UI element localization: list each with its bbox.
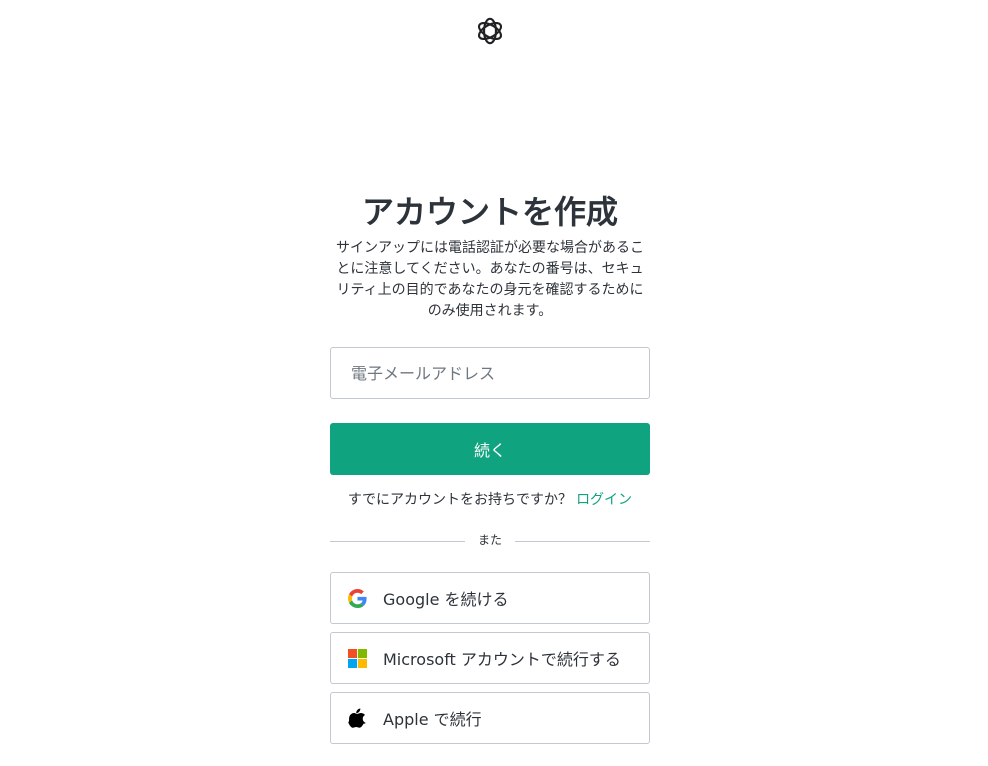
signup-page: アカウントを作成 サインアップには電話認証が必要な場合があることに注意してくださ… [0, 0, 988, 766]
page-title: アカウントを作成 [361, 193, 618, 231]
login-link[interactable]: ログイン [576, 492, 632, 508]
or-divider: また [330, 530, 650, 550]
email-field[interactable] [330, 347, 650, 399]
have-account-text: すでにアカウントをお持ちですか？ [347, 492, 573, 508]
signup-panel: アカウントを作成 サインアップには電話認証が必要な場合があることに注意してくださ… [330, 186, 650, 744]
openai-logo-icon [473, 14, 507, 48]
phone-verification-notice: サインアップには電話認証が必要な場合があることに注意してください。あなたの番号は… [336, 240, 644, 319]
microsoft-icon [347, 648, 367, 668]
divider-line-right [515, 541, 650, 542]
microsoft-button-label: Microsoft アカウントで続行する [383, 650, 621, 669]
google-icon [347, 588, 367, 608]
google-button-label: Google を続ける [383, 590, 509, 609]
apple-icon [347, 708, 367, 728]
continue-button[interactable]: 続く [330, 423, 650, 475]
continue-with-apple-button[interactable]: Apple で続行 [330, 692, 650, 744]
divider-text: また [477, 533, 502, 547]
login-prompt: すでにアカウントをお持ちですか？ ログイン [330, 490, 650, 510]
continue-with-microsoft-button[interactable]: Microsoft アカウントで続行する [330, 632, 650, 684]
continue-with-google-button[interactable]: Google を続ける [330, 572, 650, 624]
divider-line-left [330, 541, 465, 542]
apple-button-label: Apple で続行 [383, 710, 482, 729]
